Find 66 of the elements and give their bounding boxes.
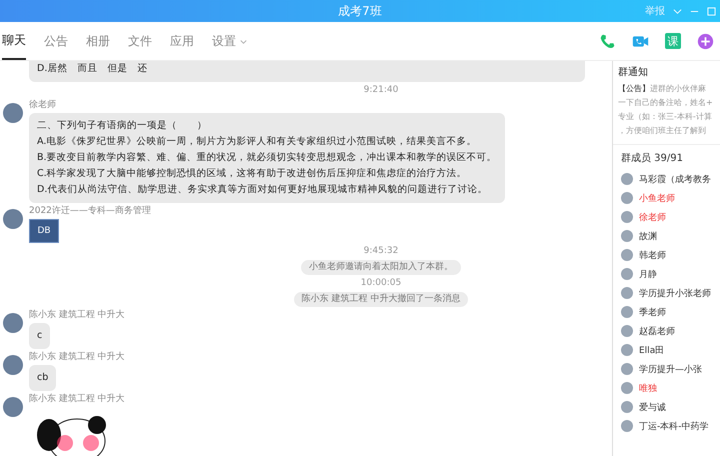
avatar	[621, 420, 633, 432]
notice-title: 群通知	[618, 66, 649, 79]
member-item[interactable]: 徐老师	[621, 209, 720, 225]
message-text: A.电影《侏罗纪世界》公映前一周，制片方为影评人和有关专家组织过小范围试映，结果美言不多。	[37, 135, 478, 149]
system-notice: 陈小东 建筑工程 中升大撤回了一条消息	[294, 292, 468, 307]
avatar	[621, 249, 633, 261]
system-notice: 小鱼老师邀请向着太阳加入了本群。	[301, 260, 461, 275]
avatar	[621, 382, 633, 394]
message-text: 二、下列句子有语病的一项是（ ）	[37, 119, 208, 133]
avatar	[621, 363, 633, 375]
file-icon[interactable]: DB	[29, 219, 59, 243]
members-header: 群成员 39/91	[621, 152, 684, 165]
sender-name: 陈小东 建筑工程 中升大	[29, 309, 125, 321]
timestamp: 10:00:05	[360, 277, 402, 290]
message-text: B.要改变目前教学内容繁、难、偏、重的状况，就必须切实转变思想观念，冲出课本和教学的误区不可。	[37, 151, 497, 165]
avatar	[621, 268, 633, 280]
member-item[interactable]: Ella田	[621, 342, 720, 358]
avatar	[621, 306, 633, 318]
sender-name: 陈小东 建筑工程 中升大	[29, 351, 125, 363]
message-text: D.居然 而且 但是 还	[37, 62, 148, 76]
avatar	[621, 287, 633, 299]
window-title: 成考7班	[338, 2, 382, 20]
avatar	[621, 401, 633, 413]
chevron-down-icon[interactable]	[673, 6, 682, 16]
avatar[interactable]	[3, 209, 23, 229]
member-item[interactable]: 爱与诚	[621, 399, 720, 415]
notice-text[interactable]: 【公告】进群的小伙伴麻 一下自己的备注哈，姓名+ 专业（如：张三-本科-计算 ，方便咱们班主任了解到	[618, 82, 720, 138]
timestamp: 9:45:32	[364, 245, 398, 258]
message-text: C.科学家发现了大脑中能够控制恐惧的区域，这将有助于改进创伤后压抑症和焦虑症的治疗方法。	[37, 167, 468, 181]
member-item[interactable]: 赵磊老师	[621, 323, 720, 339]
member-item[interactable]: 唯独	[621, 380, 720, 396]
tab[interactable]: 公告	[44, 22, 68, 60]
avatar	[621, 344, 633, 356]
plus-icon[interactable]	[697, 32, 714, 50]
member-item[interactable]: 季老师	[621, 304, 720, 320]
avatar[interactable]	[3, 397, 23, 417]
avatar	[621, 192, 633, 204]
message-text: cb	[37, 371, 48, 385]
avatar	[621, 211, 633, 223]
phone-icon[interactable]	[599, 32, 616, 50]
avatar	[621, 325, 633, 337]
message-text: D.代表们从尚法守信、励学思进、务实求真等方面对如何更好地展现城市精神风貌的问题进行了讨论。	[37, 183, 488, 197]
maximize-icon[interactable]	[707, 6, 716, 16]
tab[interactable]: 相册	[86, 22, 110, 60]
avatar[interactable]	[3, 103, 23, 123]
member-item[interactable]: 丁运-本科-中药学	[621, 418, 720, 434]
sender-name: 陈小东 建筑工程 中升大	[29, 393, 125, 405]
tab[interactable]: 设置	[212, 22, 248, 60]
avatar	[621, 173, 633, 185]
avatar[interactable]	[3, 313, 23, 333]
member-item[interactable]: 韩老师	[621, 247, 720, 263]
tab[interactable]: 聊天	[2, 22, 26, 60]
sender-name: 徐老师	[29, 99, 56, 111]
sender-name: 2022许迁——专科—商务管理	[29, 205, 151, 217]
tab[interactable]: 应用	[170, 22, 194, 60]
member-item[interactable]: 学历提升小张老师	[621, 285, 720, 301]
member-item[interactable]: 月静	[621, 266, 720, 282]
timestamp: 9:21:40	[364, 84, 398, 97]
member-item[interactable]: 学历提升—小张	[621, 361, 720, 377]
avatar	[621, 230, 633, 242]
member-item[interactable]: 故渊	[621, 228, 720, 244]
avatar[interactable]	[3, 355, 23, 375]
member-item[interactable]: 小鱼老师	[621, 190, 720, 206]
member-item[interactable]: 马彩霞（成考教务	[621, 171, 720, 187]
tab[interactable]: 文件	[128, 22, 152, 60]
message-text: c	[37, 329, 42, 343]
